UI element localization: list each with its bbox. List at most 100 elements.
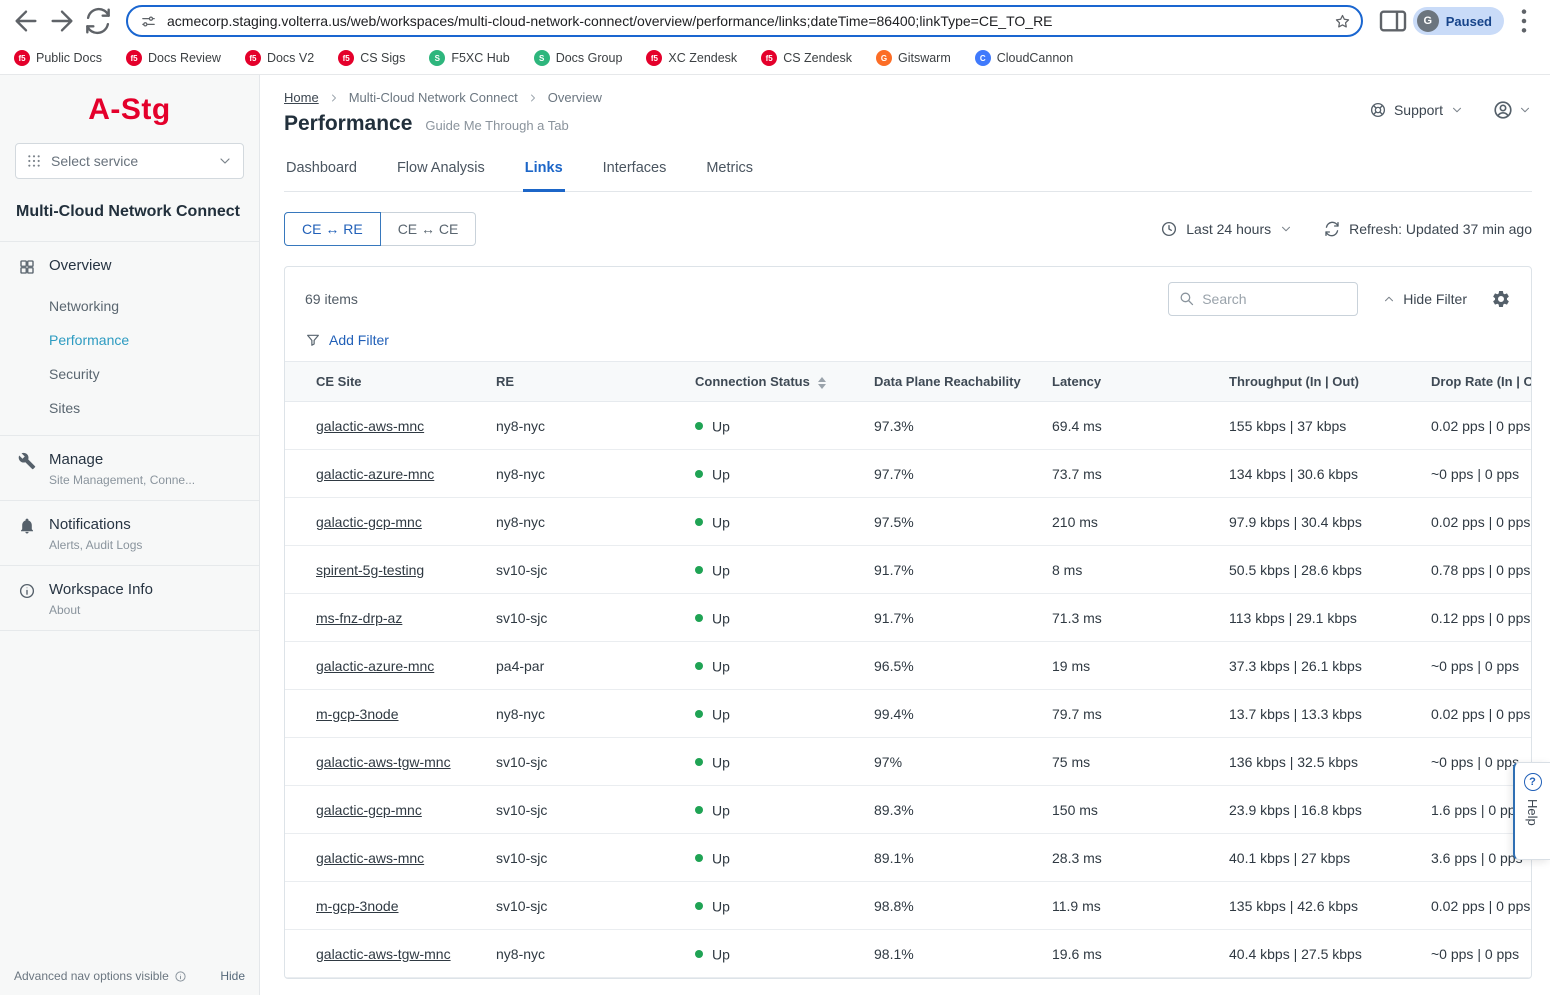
cell-throughput: 13.7 kbps | 13.3 kbps — [1213, 690, 1415, 738]
links-table: CE SiteREConnection StatusData Plane Rea… — [285, 361, 1531, 978]
forward-icon — [46, 5, 78, 37]
help-tab[interactable]: ? Help — [1513, 762, 1550, 860]
sidebar-item-networking[interactable]: Networking — [0, 289, 259, 323]
tab-links[interactable]: Links — [523, 156, 565, 192]
sidebar-item-sites[interactable]: Sites — [0, 391, 259, 425]
ce-site-link[interactable]: galactic-gcp-mnc — [316, 802, 422, 818]
tab-metrics[interactable]: Metrics — [704, 156, 755, 192]
guide-me-link[interactable]: Guide Me Through a Tab — [425, 118, 568, 133]
support-menu[interactable]: Support — [1369, 101, 1464, 119]
sidebar-item-manage[interactable]: ManageSite Management, Conne... — [0, 436, 259, 500]
refresh-button[interactable]: Refresh: Updated 37 min ago — [1323, 220, 1532, 238]
link-type-ce-ce[interactable]: CE ↔ CE — [381, 212, 477, 246]
ce-site-link[interactable]: galactic-azure-mnc — [316, 658, 434, 674]
header-actions: Support — [1369, 99, 1532, 121]
table-row: ms-fnz-drp-az sv10-sjc Up 91.7% 71.3 ms … — [285, 594, 1531, 642]
cell-re: ny8-nyc — [480, 930, 679, 978]
ce-site-link[interactable]: galactic-aws-tgw-mnc — [316, 946, 451, 962]
sidebar-item-overview[interactable]: Overview — [0, 242, 259, 289]
cell-latency: 79.7 ms — [1036, 690, 1213, 738]
table-row: galactic-aws-tgw-mnc sv10-sjc Up 97% 75 … — [285, 738, 1531, 786]
ce-site-link[interactable]: galactic-azure-mnc — [316, 466, 434, 482]
cell-latency: 150 ms — [1036, 786, 1213, 834]
cell-re: ny8-nyc — [480, 498, 679, 546]
time-range-selector[interactable]: Last 24 hours — [1160, 220, 1293, 238]
cell-reachability: 96.5% — [858, 642, 1036, 690]
breadcrumb-home[interactable]: Home — [284, 90, 319, 105]
bookmark-gitswarm[interactable]: G Gitswarm — [876, 50, 951, 66]
tab-interfaces[interactable]: Interfaces — [601, 156, 669, 192]
profile-chip[interactable]: G Paused — [1413, 7, 1504, 35]
bookmark-docs-v2[interactable]: f5 Docs V2 — [245, 50, 314, 66]
cell-latency: 19.6 ms — [1036, 930, 1213, 978]
sidebar-item-performance[interactable]: Performance — [0, 323, 259, 357]
sidebar-item-workspace-info[interactable]: Workspace InfoAbout — [0, 566, 259, 630]
cell-connection-status: Up — [679, 402, 858, 450]
table-scroll-area: CE SiteREConnection StatusData Plane Rea… — [285, 361, 1531, 978]
column-header-connection-status[interactable]: Connection Status — [679, 362, 858, 402]
search-input[interactable] — [1168, 282, 1358, 316]
cell-latency: 28.3 ms — [1036, 834, 1213, 882]
info-icon — [174, 970, 187, 983]
ce-site-link[interactable]: m-gcp-3node — [316, 706, 399, 722]
ce-site-link[interactable]: spirent-5g-testing — [316, 562, 424, 578]
tab-dashboard[interactable]: Dashboard — [284, 156, 359, 192]
ce-site-link[interactable]: galactic-aws-tgw-mnc — [316, 754, 451, 770]
cell-reachability: 91.7% — [858, 546, 1036, 594]
cell-connection-status: Up — [679, 498, 858, 546]
table-row: galactic-gcp-mnc ny8-nyc Up 97.5% 210 ms… — [285, 498, 1531, 546]
docs-group-favicon: S — [534, 50, 550, 66]
ce-site-link[interactable]: galactic-aws-mnc — [316, 418, 424, 434]
bookmark-docs-group[interactable]: S Docs Group — [534, 50, 623, 66]
table-row: galactic-gcp-mnc sv10-sjc Up 89.3% 150 m… — [285, 786, 1531, 834]
breadcrumb-multi-cloud-network-connect: Multi-Cloud Network Connect — [349, 90, 518, 105]
service-selector[interactable]: Select service — [15, 143, 244, 179]
ce-site-link[interactable]: ms-fnz-drp-az — [316, 610, 402, 626]
sort-icon[interactable] — [818, 377, 826, 389]
sidebar-item-notifications[interactable]: NotificationsAlerts, Audit Logs — [0, 501, 259, 565]
add-filter-button[interactable]: Add Filter — [285, 318, 1531, 361]
forward-button[interactable] — [46, 5, 78, 37]
table-row: galactic-aws-mnc sv10-sjc Up 89.1% 28.3 … — [285, 834, 1531, 882]
bookmark-cs-zendesk[interactable]: f5 CS Zendesk — [761, 50, 852, 66]
cell-connection-status: Up — [679, 738, 858, 786]
status-dot-icon — [695, 518, 703, 526]
cell-reachability: 98.8% — [858, 882, 1036, 930]
help-icon: ? — [1524, 773, 1542, 791]
clock-icon — [1160, 220, 1178, 238]
bookmark-cloudcannon[interactable]: C CloudCannon — [975, 50, 1073, 66]
account-menu[interactable] — [1492, 99, 1532, 121]
ce-site-link[interactable]: galactic-aws-mnc — [316, 850, 424, 866]
hide-filter-button[interactable]: Hide Filter — [1382, 291, 1467, 307]
table-header-row: CE SiteREConnection StatusData Plane Rea… — [285, 362, 1531, 402]
ce-site-link[interactable]: m-gcp-3node — [316, 898, 399, 914]
tab-flow-analysis[interactable]: Flow Analysis — [395, 156, 487, 192]
bell-icon — [18, 517, 36, 535]
account-icon — [1492, 99, 1514, 121]
bookmark-xc-zendesk[interactable]: f5 XC Zendesk — [646, 50, 737, 66]
cell-reachability: 97.7% — [858, 450, 1036, 498]
cloudcannon-favicon: C — [975, 50, 991, 66]
chevron-down-icon — [1518, 103, 1532, 117]
back-button[interactable] — [10, 5, 42, 37]
cell-throughput: 136 kbps | 32.5 kbps — [1213, 738, 1415, 786]
side-panel-button[interactable] — [1377, 5, 1409, 37]
bookmark-f5xc-hub[interactable]: S F5XC Hub — [429, 50, 509, 66]
reload-button[interactable] — [82, 5, 114, 37]
cell-re: ny8-nyc — [480, 450, 679, 498]
browser-menu-button[interactable] — [1508, 5, 1540, 37]
ce-site-link[interactable]: galactic-gcp-mnc — [316, 514, 422, 530]
hide-nav-options-link[interactable]: Hide — [220, 969, 245, 983]
site-info-icon[interactable] — [140, 13, 157, 30]
url-bar[interactable]: acmecorp.staging.volterra.us/web/workspa… — [126, 5, 1363, 37]
sidebar-item-security[interactable]: Security — [0, 357, 259, 391]
cell-connection-status: Up — [679, 690, 858, 738]
bookmark-cs-sigs[interactable]: f5 CS Sigs — [338, 50, 405, 66]
link-type-ce-re[interactable]: CE ↔ RE — [284, 212, 381, 246]
table-settings-button[interactable] — [1491, 289, 1511, 309]
bookmark-public-docs[interactable]: f5 Public Docs — [14, 50, 102, 66]
bookmark-docs-review[interactable]: f5 Docs Review — [126, 50, 221, 66]
bookmark-star-icon[interactable] — [1334, 13, 1351, 30]
cell-re: sv10-sjc — [480, 834, 679, 882]
search-icon — [1178, 290, 1195, 307]
